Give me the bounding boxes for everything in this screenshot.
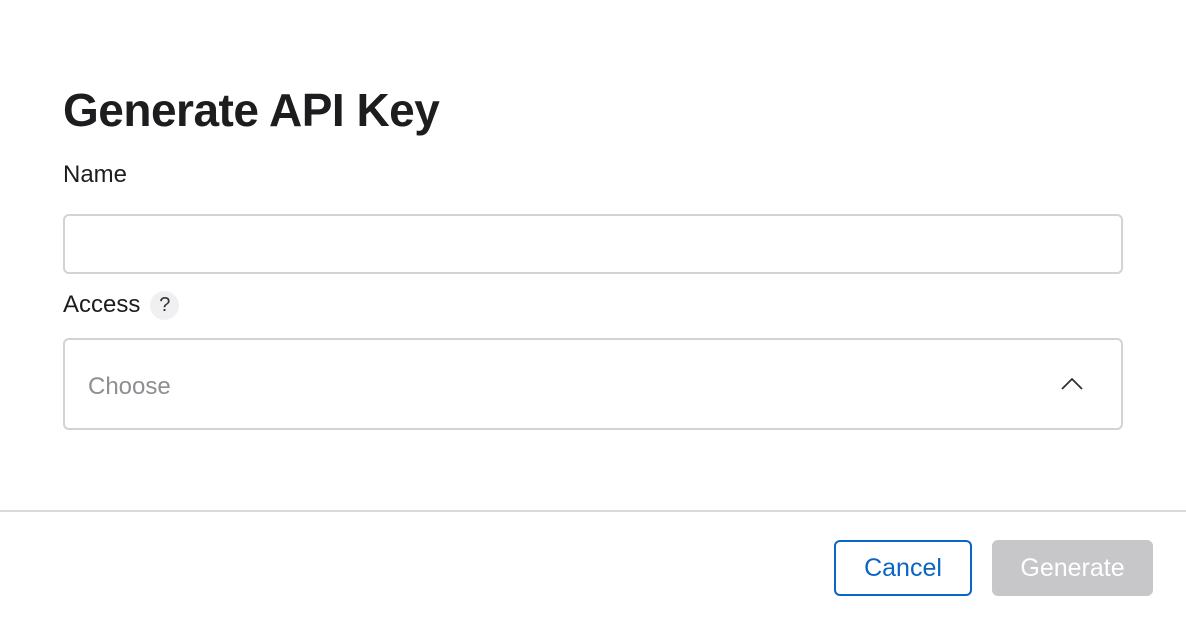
name-input[interactable] [63,214,1123,274]
access-label-row: Access ? [63,290,180,320]
dialog-title: Generate API Key [63,84,440,136]
chevron-up-icon [1061,377,1083,390]
access-select-placeholder: Choose [88,373,171,400]
cancel-button[interactable]: Cancel [834,540,972,596]
access-label: Access [63,291,141,318]
access-select[interactable]: Choose [63,338,1123,430]
generate-api-key-dialog: Generate API Key Name Access ? Choose Ca… [0,0,1186,618]
help-icon[interactable]: ? [150,290,180,320]
generate-button[interactable]: Generate [992,540,1153,596]
footer-divider [0,510,1186,512]
name-label: Name [63,161,128,188]
